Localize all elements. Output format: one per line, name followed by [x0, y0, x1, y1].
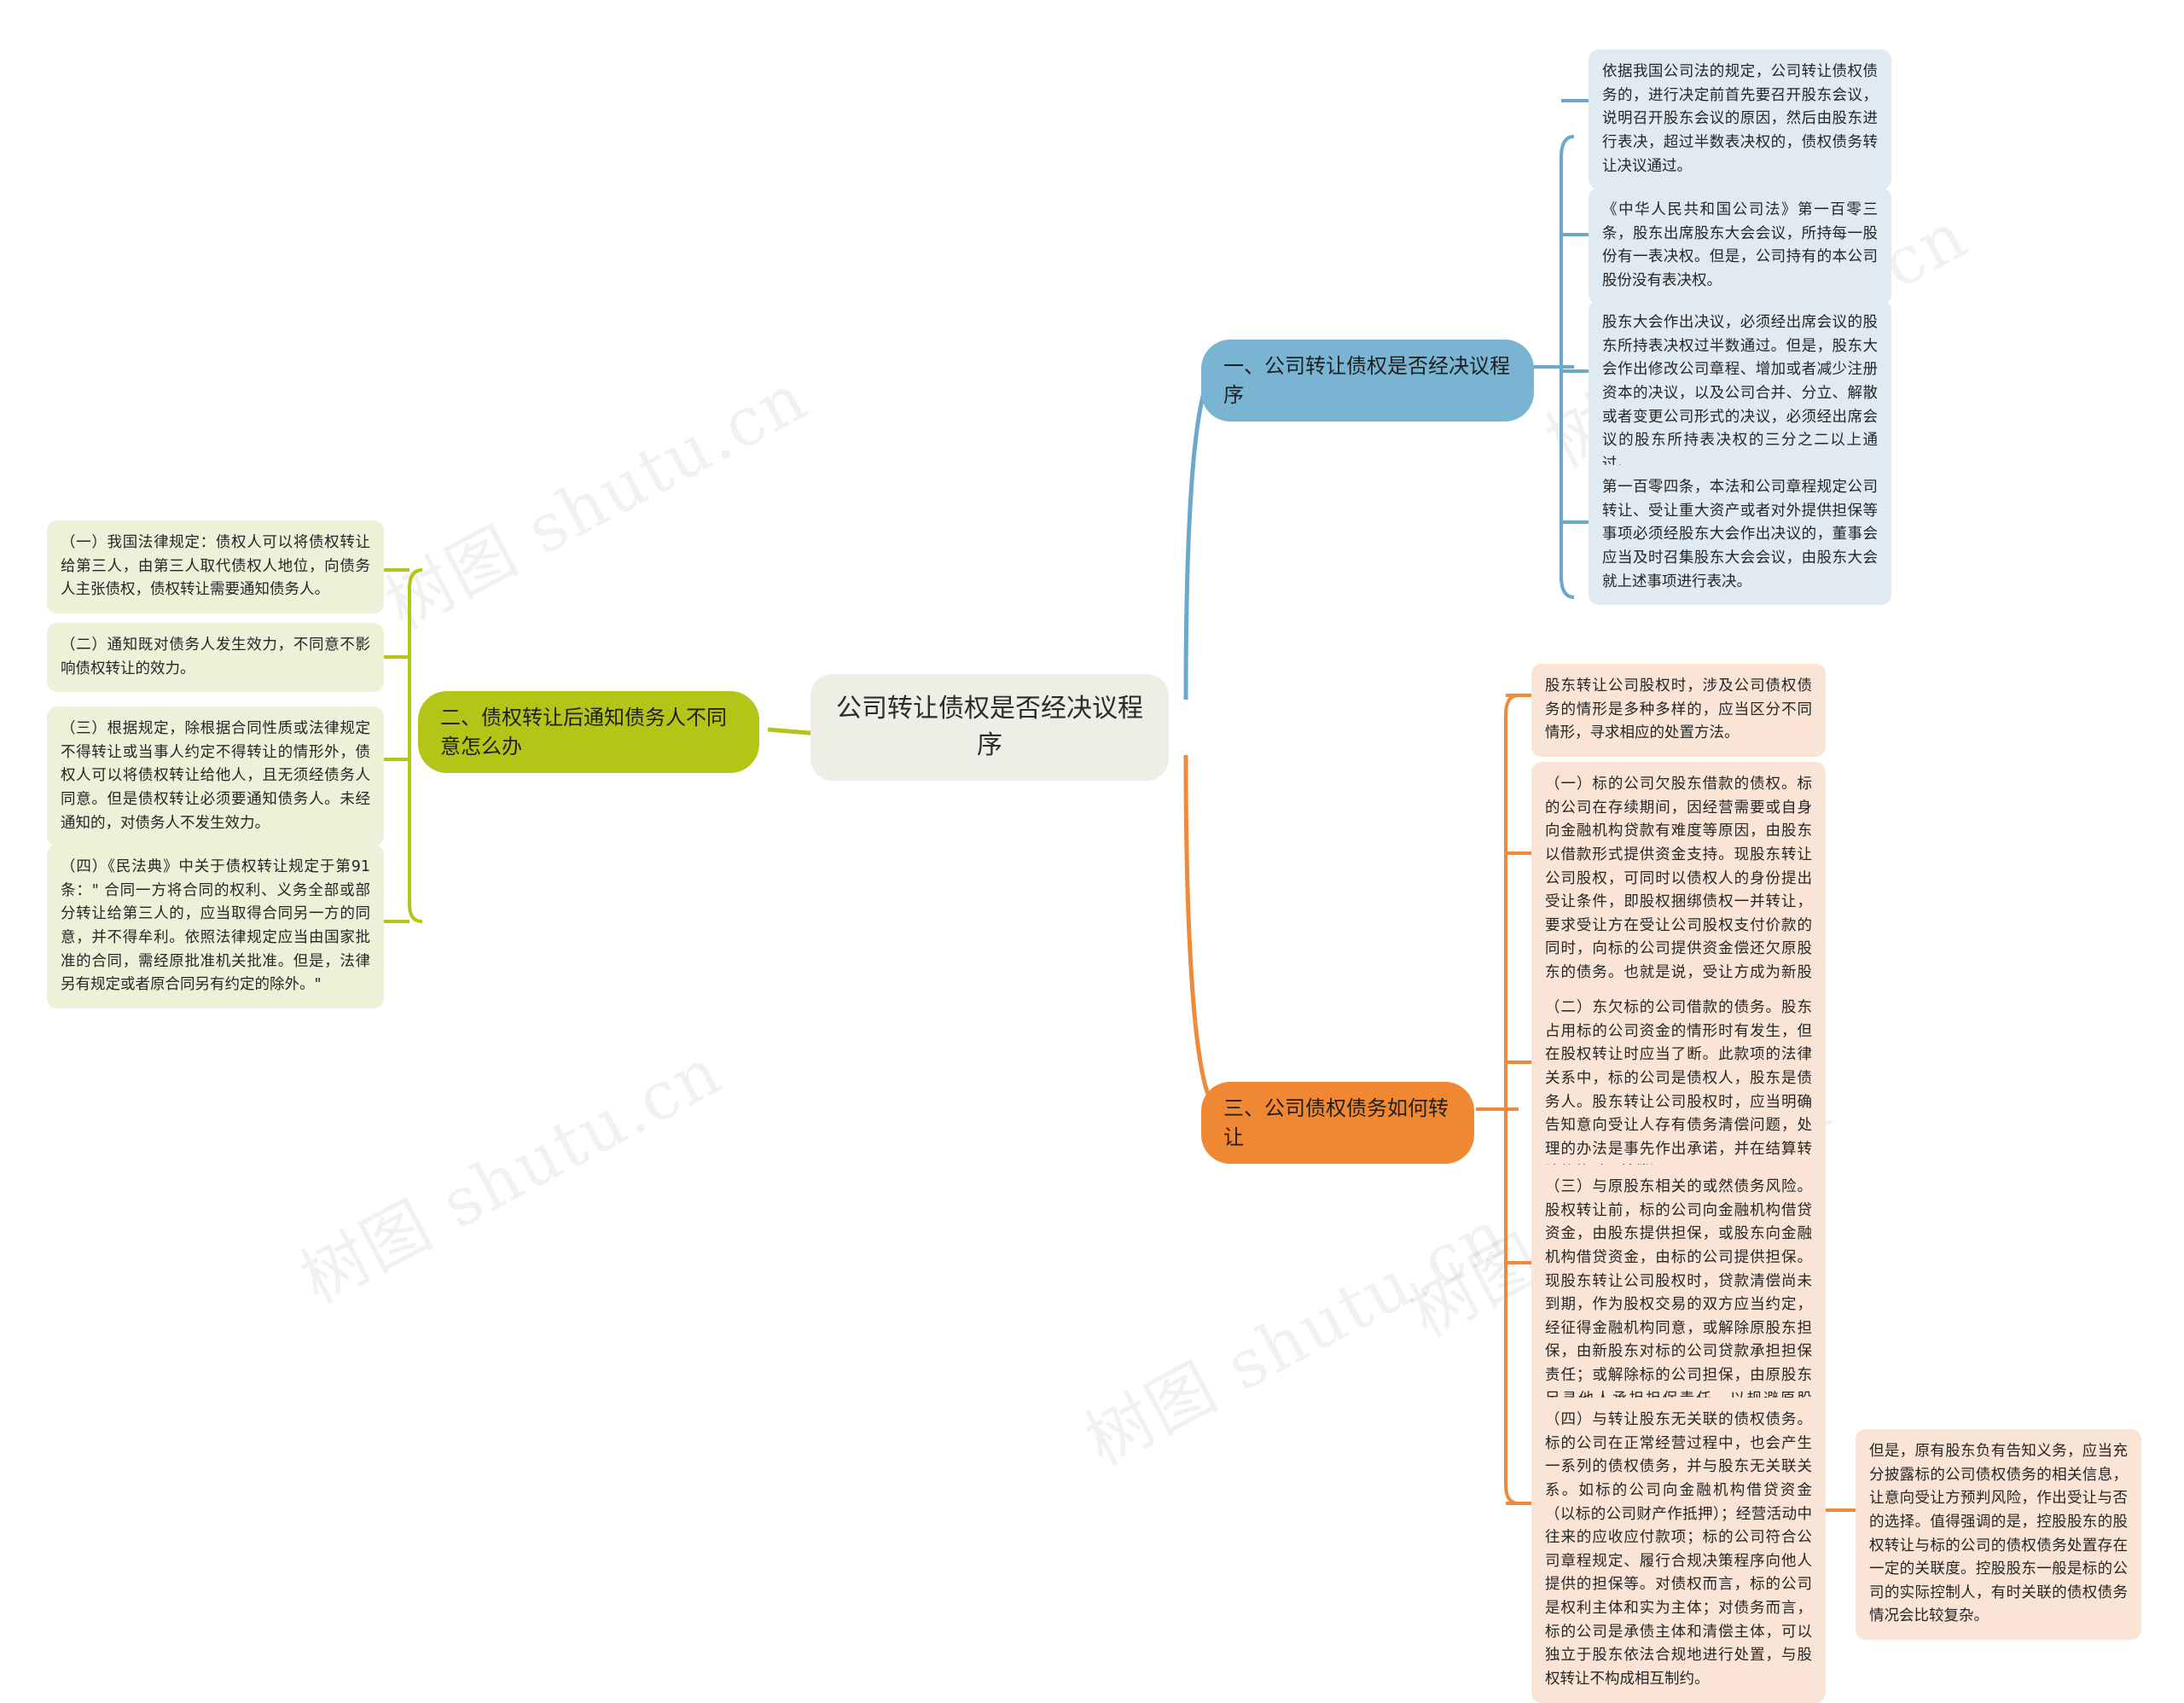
leaf-2-2[interactable]: （二）通知既对债务人发生效力，不同意不影响债权转让的效力。 [47, 623, 384, 693]
leaf-text: （三）与原股东相关的或然债务风险。股权转让前，标的公司向金融机构借贷资金，由股东… [1545, 1178, 1812, 1431]
leaf-text: 第一百零四条，本法和公司章程规定公司转让、受让重大资产或者对外提供担保等事项必须… [1602, 479, 1878, 590]
leaf-text: 《中华人民共和国公司法》第一百零三条，股东出席股东大会会议，所持每一股份有一表决… [1602, 201, 1878, 289]
leaf-2-3[interactable]: （三）根据规定，除根据合同性质或法律规定不得转让或当事人约定不得转让的情形外，债… [47, 706, 384, 847]
leaf-text: （一）我国法律规定：债权人可以将债权转让给第三人，由第三人取代债权人地位，向债务… [61, 534, 370, 599]
leaf-3-5[interactable]: （四）与转让股东无关联的债权债务。标的公司在正常经营过程中，也会产生一系列的债权… [1531, 1398, 1826, 1703]
leaf-1-2[interactable]: 《中华人民共和国公司法》第一百零三条，股东出席股东大会会议，所持每一股份有一表决… [1589, 188, 1891, 305]
leaf-text: （三）根据规定，除根据合同性质或法律规定不得转让或当事人约定不得转让的情形外，债… [61, 720, 370, 832]
watermark: 树图 shutu.cn [374, 358, 820, 645]
leaf-text: 股东转让公司股权时，涉及公司债权债务的情形是多种多样的，应当区分不同情形，寻求相… [1545, 677, 1812, 742]
watermark: 树图 shutu.cn [288, 1032, 735, 1319]
branch-pill-1[interactable]: 一、公司转让债权是否经决议程序 [1201, 340, 1534, 422]
leaf-text: 依据我国公司法的规定，公司转让债权债务的，进行决定前首先要召开股东会议，说明召开… [1602, 63, 1878, 175]
leaf-text: 股东大会作出决议，必须经出席会议的股东所持表决权过半数通过。但是，股东大会作出修… [1602, 314, 1878, 473]
branch-pill-2[interactable]: 二、债权转让后通知债务人不同意怎么办 [418, 691, 759, 774]
leaf-1-3[interactable]: 股东大会作出决议，必须经出席会议的股东所持表决权过半数通过。但是，股东大会作出修… [1589, 300, 1891, 488]
branch-3-label: 三、公司债权债务如何转让 [1223, 1096, 1449, 1150]
root-title: 公司转让债权是否经决议程序 [836, 694, 1143, 760]
watermark: 树图 shutu.cn [1073, 1194, 1519, 1481]
leaf-1-4[interactable]: 第一百零四条，本法和公司章程规定公司转让、受让重大资产或者对外提供担保等事项必须… [1589, 465, 1891, 606]
note-text: 但是，原有股东负有告知义务，应当充分披露标的公司债权债务的相关信息，让意向受让方… [1869, 1443, 2128, 1625]
leaf-2-4[interactable]: （四）《民法典》中关于债权转让规定于第91条：" 合同一方将合同的权利、义务全部… [47, 845, 384, 1008]
leaf-text: （二）通知既对债务人发生效力，不同意不影响债权转让的效力。 [61, 636, 370, 677]
leaf-text: （四）《民法典》中关于债权转让规定于第91条：" 合同一方将合同的权利、义务全部… [61, 858, 370, 994]
leaf-text: （二）东欠标的公司借款的债务。股东占用标的公司资金的情形时有发生，但在股权转让时… [1545, 999, 1812, 1181]
branch-pill-3[interactable]: 三、公司债权债务如何转让 [1201, 1082, 1474, 1165]
branch-1-label: 一、公司转让债权是否经决议程序 [1223, 354, 1510, 408]
leaf-3-1[interactable]: 股东转让公司股权时，涉及公司债权债务的情形是多种多样的，应当区分不同情形，寻求相… [1531, 664, 1826, 757]
mindmap-canvas: 树图 shutu.cn 树图 shutu.cn 树图 shutu.cn 树图 s… [0, 0, 2184, 1703]
root-node[interactable]: 公司转让债权是否经决议程序 [810, 674, 1169, 782]
branch-2-label: 二、债权转让后通知债务人不同意怎么办 [440, 706, 727, 759]
leaf-1-1[interactable]: 依据我国公司法的规定，公司转让债权债务的，进行决定前首先要召开股东会议，说明召开… [1589, 49, 1891, 190]
leaf-text: （四）与转让股东无关联的债权债务。标的公司在正常经营过程中，也会产生一系列的债权… [1545, 1411, 1812, 1688]
standalone-note[interactable]: 但是，原有股东负有告知义务，应当充分披露标的公司债权债务的相关信息，让意向受让方… [1856, 1429, 2141, 1641]
leaf-2-1[interactable]: （一）我国法律规定：债权人可以将债权转让给第三人，由第三人取代债权人地位，向债务… [47, 520, 384, 613]
